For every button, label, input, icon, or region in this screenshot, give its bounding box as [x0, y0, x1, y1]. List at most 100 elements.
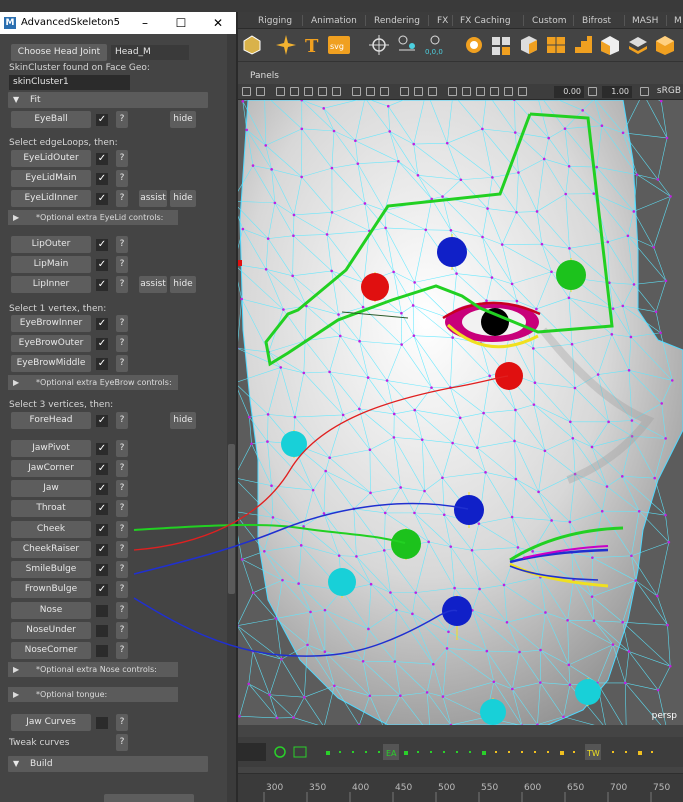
- build-button-partial[interactable]: [104, 794, 194, 802]
- jaw-button[interactable]: Jaw: [11, 480, 91, 497]
- xray-icon[interactable]: [414, 87, 423, 96]
- smooth-shade-icon[interactable]: [290, 87, 299, 96]
- lip-outer-checkbox[interactable]: ✓: [96, 239, 108, 251]
- exposure-field[interactable]: 0.00: [554, 86, 584, 98]
- panel-scrollbar[interactable]: [227, 34, 236, 802]
- play-icon[interactable]: [274, 746, 286, 758]
- fit-frame-header[interactable]: ▼ Fit: [8, 92, 208, 108]
- eyelid-inner-help-button[interactable]: ?: [116, 190, 128, 207]
- tab-bifrost[interactable]: Bifrost: [582, 14, 611, 28]
- frown-bulge-help-button[interactable]: ?: [116, 581, 128, 598]
- eyelid-assist-button[interactable]: assist: [139, 190, 167, 207]
- polygon-icon[interactable]: [241, 33, 263, 57]
- lip-main-checkbox[interactable]: ✓: [96, 259, 108, 271]
- nose-corner-checkbox[interactable]: [96, 645, 108, 657]
- jaw-help-button[interactable]: ?: [116, 480, 128, 497]
- eyelid-main-checkbox[interactable]: ✓: [96, 173, 108, 185]
- optional-eyebrow-frame[interactable]: ▶ *Optional extra EyeBrow controls:: [8, 375, 178, 390]
- tab-more[interactable]: M: [674, 14, 682, 28]
- field-chart-icon[interactable]: [504, 87, 513, 96]
- nose-corner-help-button[interactable]: ?: [116, 642, 128, 659]
- eyeball-help-button[interactable]: ?: [116, 111, 128, 128]
- throat-button[interactable]: Throat: [11, 500, 91, 517]
- eyelid-hide-button[interactable]: hide: [170, 190, 196, 207]
- jaw-checkbox[interactable]: ✓: [96, 483, 108, 495]
- safe-area-icon[interactable]: [490, 87, 499, 96]
- star-icon[interactable]: [275, 33, 297, 57]
- build-frame-header[interactable]: ▼ Build: [8, 756, 208, 772]
- time-ruler[interactable]: 300 350 400 450 500 550 600 650 700 750: [238, 773, 683, 802]
- maximize-icon[interactable]: ☐: [173, 15, 189, 31]
- ea-marker[interactable]: EA: [386, 749, 397, 758]
- forehead-hide-button[interactable]: hide: [170, 412, 196, 429]
- light-icon[interactable]: [352, 87, 361, 96]
- jaw-curves-button[interactable]: Jaw Curves: [11, 714, 91, 731]
- jaw-corner-button[interactable]: JawCorner: [11, 460, 91, 477]
- eyelid-inner-checkbox[interactable]: ✓: [96, 193, 108, 205]
- lip-assist-button[interactable]: assist: [139, 276, 167, 293]
- eyelid-main-button[interactable]: EyeLidMain: [11, 170, 91, 187]
- jaw-pivot-checkbox[interactable]: ✓: [96, 443, 108, 455]
- tweak-curves-help-button[interactable]: ?: [116, 734, 128, 751]
- joint-xray-icon[interactable]: [428, 87, 437, 96]
- color-management-icon[interactable]: [640, 87, 649, 96]
- tab-rendering[interactable]: Rendering: [374, 14, 420, 28]
- eyeball-hide-button[interactable]: hide: [170, 111, 196, 128]
- tab-rigging[interactable]: Rigging: [258, 14, 292, 28]
- lip-inner-checkbox[interactable]: ✓: [96, 279, 108, 291]
- smile-bulge-button[interactable]: SmileBulge: [11, 561, 91, 578]
- eyeball-checkbox[interactable]: ✓: [96, 114, 108, 126]
- isolate-icon[interactable]: [400, 87, 409, 96]
- 3d-viewport[interactable]: persp: [238, 100, 683, 725]
- nose-button[interactable]: Nose: [11, 602, 91, 619]
- stairs-icon[interactable]: [572, 33, 594, 57]
- jaw-curves-help-button[interactable]: ?: [116, 714, 128, 731]
- frown-bulge-checkbox[interactable]: ✓: [96, 584, 108, 596]
- optional-eyelid-frame[interactable]: ▶ *Optional extra EyeLid controls:: [8, 210, 178, 225]
- smile-bulge-help-button[interactable]: ?: [116, 561, 128, 578]
- eyelid-outer-help-button[interactable]: ?: [116, 150, 128, 167]
- sphere-tool-icon[interactable]: [463, 33, 485, 57]
- forehead-help-button[interactable]: ?: [116, 412, 128, 429]
- marker-cheek-red[interactable]: [495, 362, 523, 390]
- film-gate-icon[interactable]: [476, 87, 485, 96]
- cube-icon[interactable]: [518, 33, 540, 57]
- ao-icon[interactable]: [366, 87, 375, 96]
- eyelid-inner-button[interactable]: EyeLidInner: [11, 190, 91, 207]
- lip-main-help-button[interactable]: ?: [116, 256, 128, 273]
- jaw-curves-checkbox[interactable]: [96, 717, 108, 729]
- jaw-corner-checkbox[interactable]: ✓: [96, 463, 108, 475]
- wireframe-icon[interactable]: [276, 87, 285, 96]
- camera-icon[interactable]: [242, 87, 251, 96]
- throat-checkbox[interactable]: ✓: [96, 503, 108, 515]
- eyebrow-inner-checkbox[interactable]: ✓: [96, 318, 108, 330]
- jaw-corner-help-button[interactable]: ?: [116, 460, 128, 477]
- locator-icon[interactable]: [368, 33, 390, 57]
- jaw-pivot-help-button[interactable]: ?: [116, 440, 128, 457]
- eyebrow-outer-checkbox[interactable]: ✓: [96, 338, 108, 350]
- cheek-checkbox[interactable]: ✓: [96, 524, 108, 536]
- jaw-pivot-button[interactable]: JawPivot: [11, 440, 91, 457]
- tab-custom[interactable]: Custom: [532, 14, 566, 28]
- lip-main-button[interactable]: LipMain: [11, 256, 91, 273]
- lip-hide-button[interactable]: hide: [170, 276, 196, 293]
- eyebrow-outer-button[interactable]: EyeBrowOuter: [11, 335, 91, 352]
- eyebrow-middle-help-button[interactable]: ?: [116, 355, 128, 372]
- frown-bulge-button[interactable]: FrownBulge: [11, 581, 91, 598]
- tab-fx-caching[interactable]: FX Caching: [460, 14, 511, 28]
- smile-bulge-checkbox[interactable]: ✓: [96, 564, 108, 576]
- shadows-icon[interactable]: [332, 87, 341, 96]
- text-icon[interactable]: T: [301, 33, 323, 57]
- lip-outer-button[interactable]: LipOuter: [11, 236, 91, 253]
- close-icon[interactable]: ✕: [210, 15, 226, 31]
- gamma-field[interactable]: 1.00: [602, 86, 632, 98]
- lip-outer-help-button[interactable]: ?: [116, 236, 128, 253]
- resolution-gate-icon[interactable]: [462, 87, 471, 96]
- panels-menu[interactable]: Panels: [250, 71, 279, 81]
- nose-checkbox[interactable]: [96, 605, 108, 617]
- minimize-icon[interactable]: –: [137, 15, 153, 31]
- cheek-button[interactable]: Cheek: [11, 521, 91, 538]
- lighting-icon[interactable]: [318, 87, 327, 96]
- textured-icon[interactable]: [304, 87, 313, 96]
- eyebrow-inner-button[interactable]: EyeBrowInner: [11, 315, 91, 332]
